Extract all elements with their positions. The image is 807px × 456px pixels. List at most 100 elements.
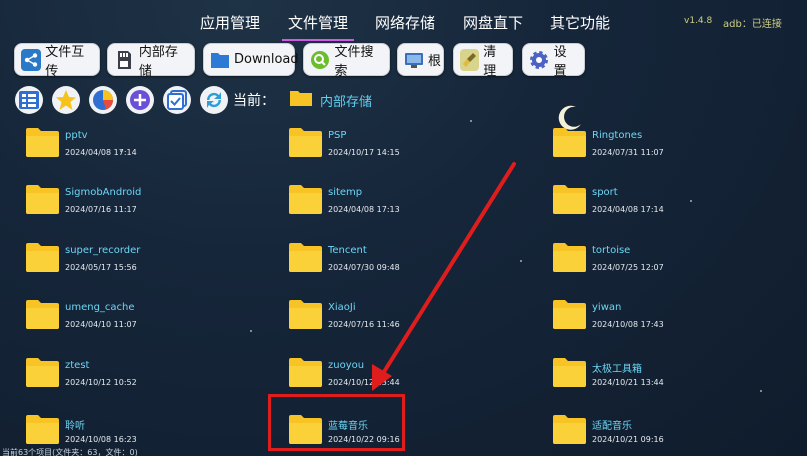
folder-icon [553, 128, 586, 157]
folder-icon [26, 358, 59, 387]
tab-file-management[interactable]: 文件管理 [281, 12, 355, 41]
folder-item[interactable]: sport 2024/04/08 17:14 [553, 181, 793, 227]
internal-storage-button[interactable]: 内部存储 [107, 43, 195, 79]
sd-card-icon [114, 49, 135, 71]
file-transfer-label: 文件互传 [45, 44, 85, 79]
folder-name: PSP [328, 130, 347, 141]
current-path-text: 内部存储 [320, 94, 373, 110]
highlight-box [268, 394, 405, 451]
folder-item[interactable]: umeng_cache 2024/04/10 11:07 [26, 296, 266, 342]
settings-button[interactable]: 设置 [522, 43, 585, 79]
folder-item[interactable]: 适配音乐 2024/10/21 09:16 [553, 411, 793, 456]
refresh-icon[interactable] [200, 86, 228, 114]
status-bar: 当前63个项目(文件夹：63，文件：0) [2, 448, 138, 456]
gear-icon [529, 49, 550, 71]
folder-name: yiwan [592, 302, 622, 313]
tab-app-management[interactable]: 应用管理 [200, 12, 260, 33]
folder-date: 2024/07/16 11:46 [328, 320, 400, 329]
folder-icon [26, 300, 59, 329]
folder-icon [553, 243, 586, 272]
folder-item[interactable]: Ringtones 2024/07/31 11:07 [553, 124, 793, 170]
folder-name: 适配音乐 [592, 421, 632, 432]
folder-item[interactable]: pptv 2024/04/08 17:14 [26, 124, 266, 170]
folder-item[interactable]: PSP 2024/10/17 14:15 [289, 124, 529, 170]
folder-name: XiaoJi [328, 302, 356, 313]
folder-item[interactable]: super_recorder 2024/05/17 15:56 [26, 239, 266, 285]
folder-icon [289, 185, 322, 214]
version-label: v1.4.8 [684, 16, 713, 26]
folder-icon [553, 300, 586, 329]
root-button[interactable]: 根 [397, 43, 444, 76]
folder-date: 2024/07/16 11:17 [65, 205, 137, 214]
internal-storage-label: 内部存储 [138, 44, 178, 79]
current-path-label: 当前： [233, 93, 275, 109]
folder-icon [553, 358, 586, 387]
folder-item[interactable]: Tencent 2024/07/30 09:48 [289, 239, 529, 285]
folder-date: 2024/05/17 15:56 [65, 263, 137, 272]
folder-date: 2024/07/31 11:07 [592, 148, 664, 157]
folder-item[interactable]: SigmobAndroid 2024/07/16 11:17 [26, 181, 266, 227]
adb-status: adb：已连接 [723, 19, 782, 30]
cleanup-label: 清理 [483, 44, 497, 79]
favorite-star-icon[interactable] [52, 86, 80, 114]
search-icon [310, 49, 331, 71]
folder-date: 2024/10/17 14:15 [328, 148, 400, 157]
folder-name: super_recorder [65, 245, 141, 256]
folder-name: SigmobAndroid [65, 187, 142, 198]
folder-icon [289, 128, 322, 157]
monitor-icon [404, 49, 424, 71]
folder-name: sitemp [328, 187, 363, 198]
download-button[interactable]: Download [203, 43, 299, 76]
folder-name: Tencent [328, 245, 367, 256]
folder-name: zuoyou [328, 360, 365, 371]
folder-date: 2024/04/08 17:14 [592, 205, 664, 214]
folder-icon [289, 243, 322, 272]
folder-date: 2024/04/08 17:13 [328, 205, 400, 214]
folder-item[interactable]: XiaoJi 2024/07/16 11:46 [289, 296, 529, 342]
folder-item[interactable]: 太极工具箱 2024/10/21 13:44 [553, 354, 793, 400]
folder-icon [210, 49, 230, 71]
folder-name: ztest [65, 360, 90, 371]
folder-name: Ringtones [592, 130, 643, 141]
folder-date: 2024/04/10 11:07 [65, 320, 137, 329]
folder-icon [289, 300, 322, 329]
multi-select-icon[interactable] [163, 86, 191, 114]
folder-icon [26, 415, 59, 444]
list-view-icon[interactable] [15, 86, 43, 114]
folder-name: 太极工具箱 [592, 364, 642, 375]
folder-date: 2024/07/30 09:48 [328, 263, 400, 272]
folder-name: sport [592, 187, 618, 198]
folder-date: 2024/04/08 17:14 [65, 148, 137, 157]
folder-item[interactable]: ztest 2024/10/12 10:52 [26, 354, 266, 400]
file-transfer-button[interactable]: 文件互传 [14, 43, 100, 79]
tab-network-storage[interactable]: 网络存储 [375, 12, 435, 33]
add-icon[interactable] [126, 86, 154, 114]
folder-date: 2024/10/08 16:23 [65, 435, 137, 444]
cleanup-button[interactable]: 清理 [453, 43, 513, 79]
folder-icon [553, 185, 586, 214]
root-label: 根 [428, 54, 442, 69]
folder-icon [26, 185, 59, 214]
folder-item[interactable]: tortoise 2024/07/25 12:07 [553, 239, 793, 285]
folder-icon [289, 358, 322, 387]
folder-date: 2024/10/21 13:44 [592, 378, 664, 387]
folder-icon [290, 90, 312, 110]
folder-name: umeng_cache [65, 302, 135, 313]
folder-date: 2024/10/08 17:43 [592, 320, 664, 329]
folder-date: 2024/10/12 10:52 [65, 378, 137, 387]
file-search-label: 文件搜索 [334, 44, 374, 79]
folder-date: 2024/10/12 13:44 [328, 378, 400, 387]
current-path-breadcrumb[interactable]: 内部存储 [290, 90, 372, 110]
folder-name: tortoise [592, 245, 631, 256]
folder-item[interactable]: yiwan 2024/10/08 17:43 [553, 296, 793, 342]
settings-label: 设置 [553, 44, 567, 79]
tab-cloud-download[interactable]: 网盘直下 [463, 12, 523, 33]
pie-chart-icon[interactable] [89, 86, 117, 114]
folder-icon [26, 128, 59, 157]
folder-date: 2024/10/21 09:16 [592, 435, 664, 444]
folder-item[interactable]: sitemp 2024/04/08 17:13 [289, 181, 529, 227]
tab-other-functions[interactable]: 其它功能 [550, 12, 610, 33]
share-icon [21, 48, 42, 71]
folder-name: 聆听 [65, 421, 85, 432]
file-search-button[interactable]: 文件搜索 [303, 43, 390, 79]
